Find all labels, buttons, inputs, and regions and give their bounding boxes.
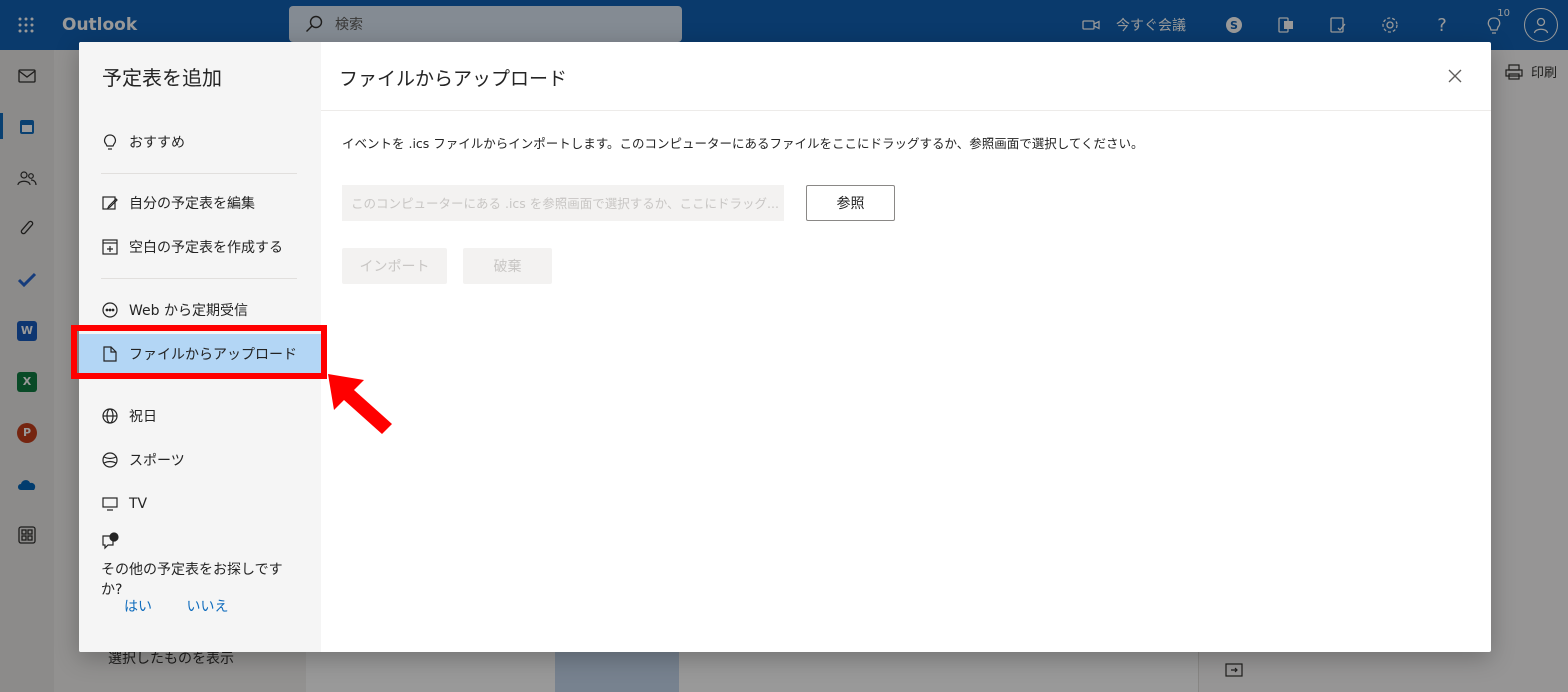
discard-button[interactable]: 破棄 [463,248,552,284]
nav-sports-label: スポーツ [129,453,185,469]
import-description: イベントを .ics ファイルからインポートします。このコンピューターにあるファ… [342,136,1144,151]
nav-subscribe-web[interactable]: Web から定期受信 [79,290,321,330]
feedback-options: はい いいえ [124,596,258,616]
ics-file-input[interactable] [342,185,784,221]
tv-icon [102,497,118,511]
nav-edit-calendars-label: 自分の予定表を編集 [129,196,255,212]
nav-sports[interactable]: スポーツ [79,440,321,480]
browse-button[interactable]: 参照 [806,185,895,221]
feedback-icon: ! [102,532,119,550]
import-button[interactable]: インポート [342,248,447,284]
nav-edit-calendars[interactable]: 自分の予定表を編集 [79,183,321,223]
svg-text:!: ! [113,535,115,542]
more-calendars-text: その他の予定表をお探しですか? [101,562,283,598]
dialog-title: 予定表を追加 [102,66,222,90]
nav-create-blank[interactable]: 空白の予定表を作成する [79,227,321,267]
close-icon [1448,69,1462,83]
nav-holidays[interactable]: 祝日 [79,396,321,436]
nav-holidays-label: 祝日 [129,409,157,425]
calendar-add-icon [102,239,118,255]
close-button[interactable] [1445,66,1465,86]
more-calendars-prompt: ! その他の予定表をお探しですか? [101,532,301,600]
nav-suggested[interactable]: おすすめ [79,122,321,162]
nav-tv[interactable]: TV [79,484,321,524]
panel-title: ファイルからアップロード [339,68,568,90]
lightbulb-icon [104,134,116,150]
annotation-highlight-box [71,325,327,379]
feedback-no-link[interactable]: いいえ [186,599,228,615]
nav-create-blank-label: 空白の予定表を作成する [129,240,283,256]
nav-subscribe-web-label: Web から定期受信 [129,303,248,319]
nav-divider [101,173,297,174]
sports-ball-icon [102,452,118,468]
panel-header: ファイルからアップロード [321,42,1491,111]
upload-file-panel: ファイルからアップロード イベントを .ics ファイルからインポートします。こ… [321,42,1491,652]
feedback-yes-link[interactable]: はい [124,599,152,615]
annotation-arrow-icon [328,374,392,434]
nav-tv-label: TV [129,496,148,512]
calendar-edit-icon [102,196,118,210]
nav-divider [101,278,297,279]
web-subscribe-icon [102,302,118,318]
nav-suggested-label: おすすめ [129,135,185,151]
globe-icon [102,408,118,424]
